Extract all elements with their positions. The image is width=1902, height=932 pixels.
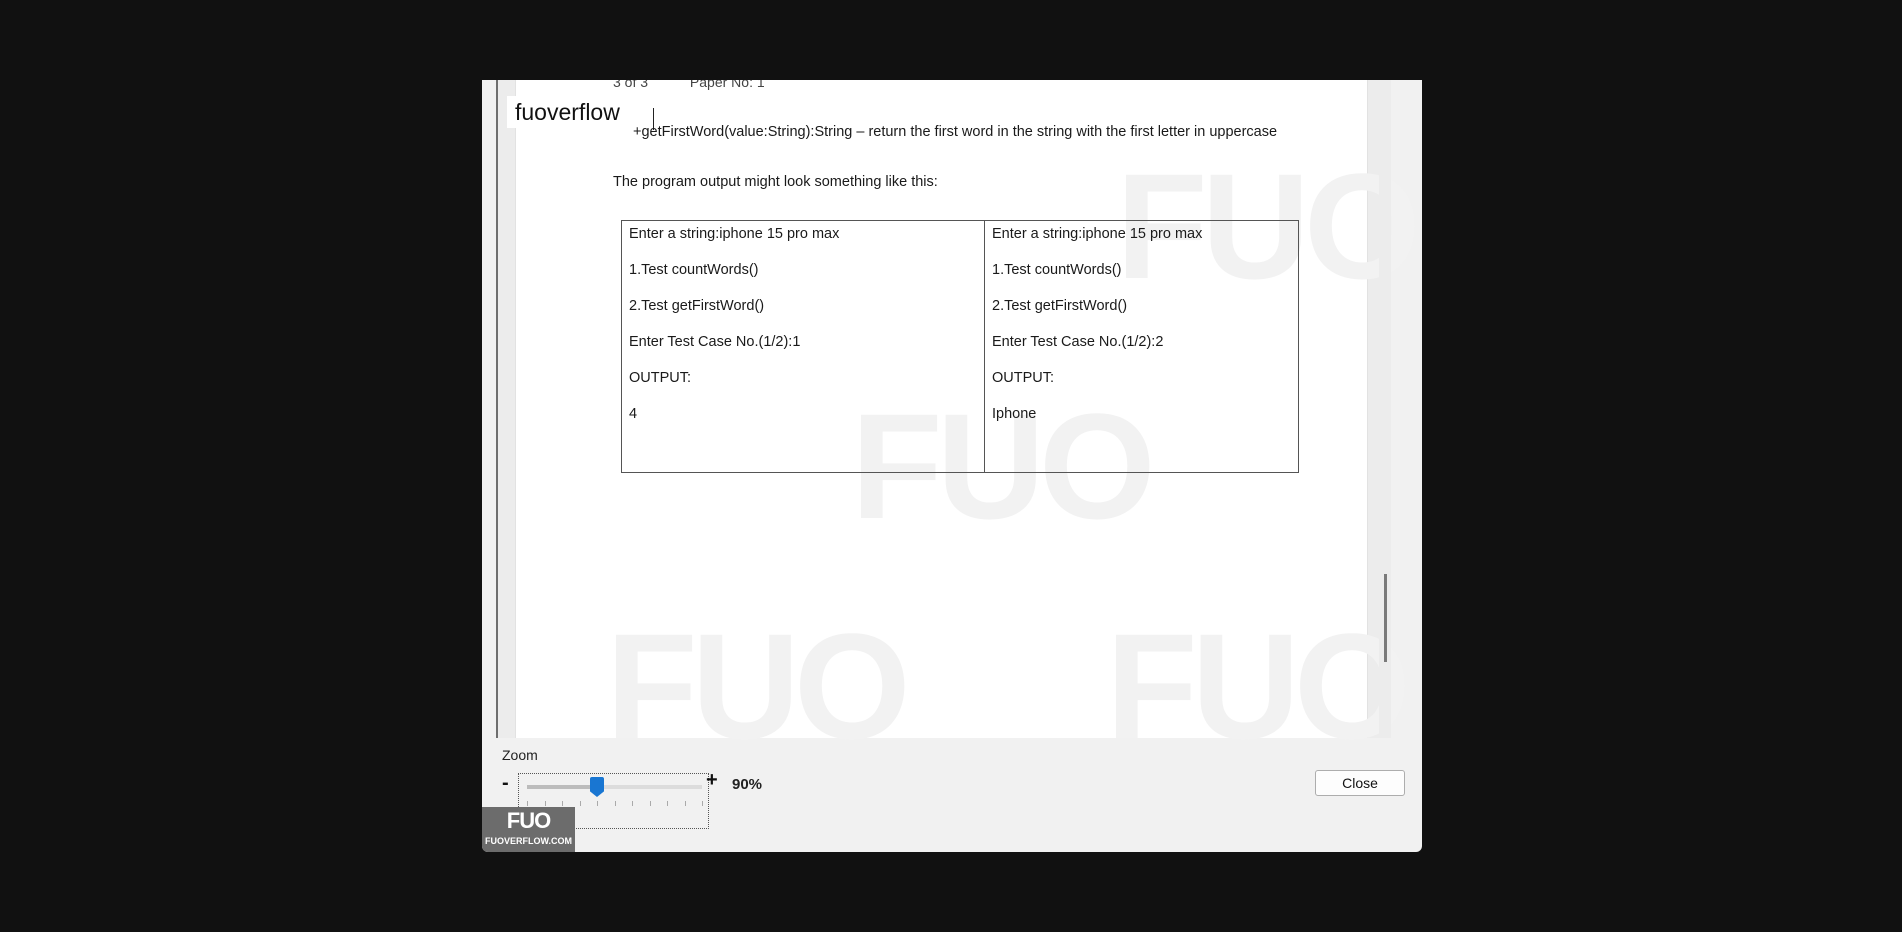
- zoom-slider-tick: [684, 801, 686, 806]
- watermark-logo: FUO: [606, 602, 911, 770]
- fuo-watermark-badge: FUO FUOVERFLOW.COM: [482, 807, 575, 852]
- zoom-label: Zoom: [502, 747, 538, 763]
- zoom-slider-tick: [614, 801, 616, 806]
- zoom-slider-tick: [702, 801, 703, 806]
- example-line: Enter a string:iphone 15 pro max: [629, 226, 840, 242]
- paper-number: Paper No: 1: [689, 80, 765, 90]
- example-line: 2.Test getFirstWord(): [992, 298, 1128, 314]
- close-button[interactable]: Close: [1315, 770, 1405, 796]
- zoom-slider-tick: [597, 801, 598, 806]
- zoom-slider-fill: [527, 785, 597, 789]
- scrollbar-thumb[interactable]: [1384, 574, 1387, 662]
- document-viewport[interactable]: FUO FUO FUO FUO 3 of 3 Paper No: 1 +getF…: [496, 80, 1421, 770]
- zoom-slider-tick: [544, 801, 546, 806]
- brand-label: fuoverflow: [507, 96, 628, 128]
- example-line: 4: [629, 406, 638, 422]
- page-count: 3 of 3: [613, 80, 649, 90]
- zoom-slider-tick: [667, 801, 668, 806]
- vertical-scrollbar[interactable]: [1379, 80, 1391, 738]
- watermark-logo: FUO: [1106, 602, 1411, 770]
- zoom-value: 90%: [732, 776, 763, 793]
- zoom-slider-tick: [527, 801, 528, 806]
- example-output-table: Enter a string:iphone 15 pro max 1.Test …: [621, 220, 1299, 473]
- fuo-site-label: FUOVERFLOW.COM: [485, 836, 572, 846]
- example-line: Enter a string:iphone 15 pro max: [992, 226, 1203, 242]
- fuo-logo: FUO: [506, 808, 551, 833]
- method-description: +getFirstWord(value:String):String – ret…: [633, 124, 1278, 140]
- zoom-slider-tick: [649, 801, 651, 806]
- document-page: FUO FUO FUO FUO 3 of 3 Paper No: 1 +getF…: [515, 80, 1421, 770]
- zoom-out-button[interactable]: -: [502, 772, 509, 795]
- example-line: OUTPUT:: [629, 370, 692, 386]
- zoom-slider-tick: [562, 801, 563, 806]
- zoom-slider-tick: [579, 801, 581, 806]
- zoom-slider-tick: [632, 801, 633, 806]
- example-line: 1.Test countWords(): [629, 262, 759, 278]
- document-viewer-dialog: FUO FUO FUO FUO 3 of 3 Paper No: 1 +getF…: [482, 80, 1422, 852]
- example-column-right: Enter a string:iphone 15 pro max 1.Test …: [985, 221, 1298, 472]
- example-line: Enter Test Case No.(1/2):1: [629, 334, 801, 350]
- example-line: OUTPUT:: [992, 370, 1055, 386]
- example-line: 1.Test countWords(): [992, 262, 1122, 278]
- zoom-slider-thumb[interactable]: [590, 777, 604, 797]
- example-line: 2.Test getFirstWord(): [629, 298, 765, 314]
- zoom-in-button[interactable]: +: [706, 769, 718, 792]
- example-column-left: Enter a string:iphone 15 pro max 1.Test …: [622, 221, 985, 472]
- example-line: Iphone: [992, 406, 1037, 422]
- output-intro: The program output might look something …: [613, 174, 938, 190]
- page-header: 3 of 3 Paper No: 1: [613, 80, 803, 90]
- example-line: Enter Test Case No.(1/2):2: [992, 334, 1164, 350]
- zoom-slider-track[interactable]: [527, 785, 702, 789]
